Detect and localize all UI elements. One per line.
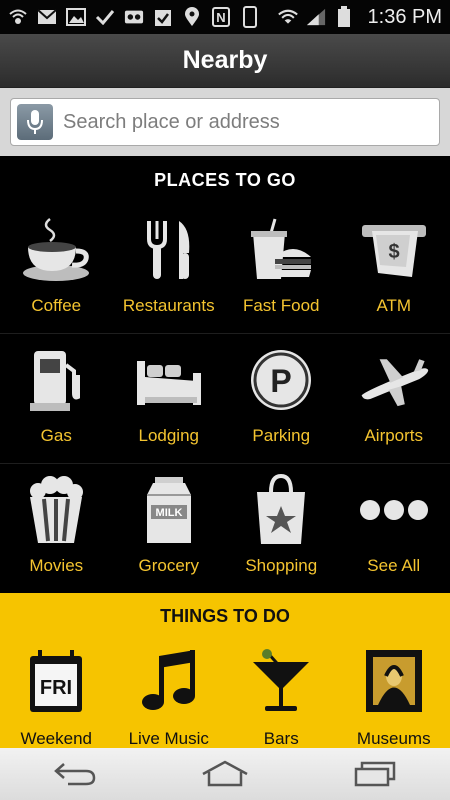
- places-row: Gas Lodging P Parking Airports: [0, 334, 450, 464]
- place-label: Lodging: [138, 426, 199, 445]
- title-bar: Nearby: [0, 34, 450, 88]
- recents-button[interactable]: [345, 754, 405, 794]
- wifi-icon: [277, 7, 298, 27]
- music-note-icon: [133, 645, 205, 717]
- coffee-cup-icon: [20, 214, 92, 286]
- search-box[interactable]: [10, 98, 440, 146]
- thing-label: Weekend: [20, 729, 92, 748]
- place-shopping[interactable]: Shopping: [225, 464, 338, 594]
- tasks-icon: [153, 7, 173, 27]
- place-label: See All: [367, 556, 421, 575]
- voicemail-icon: [124, 7, 144, 27]
- places-section-title: PLACES TO GO: [154, 169, 296, 190]
- svg-text:N: N: [216, 10, 225, 25]
- places-row: Coffee Restaurants Fast Food $ ATM: [0, 204, 450, 334]
- battery-icon: [334, 6, 354, 27]
- place-fast-food[interactable]: Fast Food: [225, 204, 338, 333]
- home-button[interactable]: [195, 754, 255, 794]
- things-to-do-section: THINGS TO DO FRI Weekend Live Music Bars…: [0, 593, 450, 748]
- parking-icon: P: [245, 344, 317, 416]
- places-to-go-section: PLACES TO GO Coffee Restaurants Fast Foo…: [0, 156, 450, 593]
- back-button[interactable]: [45, 754, 105, 794]
- things-section-title: THINGS TO DO: [160, 605, 290, 626]
- check-icon: [95, 7, 115, 27]
- cocktail-icon: [245, 645, 317, 717]
- place-label: Fast Food: [242, 296, 320, 315]
- airplane-icon: [358, 344, 430, 416]
- place-label: Shopping: [245, 556, 318, 575]
- things-row: FRI Weekend Live Music Bars Museums: [0, 639, 450, 748]
- fast-food-icon: [245, 214, 317, 286]
- gallery-icon: [66, 7, 86, 27]
- parking-letter-text: P: [271, 363, 292, 399]
- thing-bars[interactable]: Bars: [225, 639, 338, 748]
- gmail-icon: [37, 7, 57, 27]
- status-time: 1:36 PM: [367, 5, 442, 28]
- search-input[interactable]: [63, 110, 423, 134]
- place-airports[interactable]: Airports: [338, 334, 450, 463]
- place-label: Airports: [364, 426, 424, 445]
- location-icon: [182, 7, 202, 27]
- status-notification-icons: N: [8, 6, 278, 28]
- calendar-icon: FRI: [20, 645, 92, 717]
- status-bar: N 1:36 PM: [0, 0, 450, 34]
- place-label: Gas: [40, 426, 72, 445]
- painting-icon: [358, 645, 430, 717]
- shopping-bag-icon: [245, 474, 317, 546]
- home-icon: [202, 760, 248, 787]
- wifi-calling-icon: [8, 7, 28, 27]
- place-grocery[interactable]: MILK Grocery: [113, 464, 226, 594]
- thing-label: Museums: [356, 729, 431, 748]
- more-dots-icon: [358, 474, 430, 546]
- place-label: Restaurants: [122, 296, 215, 315]
- voice-search-button[interactable]: [17, 104, 53, 140]
- bed-icon: [133, 344, 205, 416]
- place-label: Grocery: [138, 556, 199, 575]
- atm-icon: $: [358, 214, 430, 286]
- fork-knife-icon: [133, 214, 205, 286]
- place-gas[interactable]: Gas: [0, 334, 113, 463]
- calendar-day-text: FRI: [40, 677, 72, 699]
- place-atm[interactable]: $ ATM: [338, 204, 450, 333]
- page-title: Nearby: [182, 46, 268, 74]
- place-label: Coffee: [31, 296, 82, 315]
- milk-text: MILK: [155, 507, 182, 519]
- place-label: Movies: [29, 556, 84, 575]
- search-bar: [0, 88, 450, 156]
- place-coffee[interactable]: Coffee: [0, 204, 113, 333]
- atm-dollar-text: $: [388, 241, 399, 263]
- nfc-icon: N: [211, 7, 231, 27]
- gas-pump-icon: [20, 344, 92, 416]
- thing-museums[interactable]: Museums: [338, 639, 450, 748]
- thing-live-music[interactable]: Live Music: [113, 639, 226, 748]
- place-label: ATM: [376, 296, 412, 315]
- place-label: Parking: [252, 426, 311, 445]
- status-system-icons: 1:36 PM: [277, 5, 442, 29]
- recents-icon: [354, 761, 396, 787]
- popcorn-icon: [20, 474, 92, 546]
- places-row: Movies MILK Grocery Shopping See All: [0, 464, 450, 594]
- back-icon: [54, 763, 96, 786]
- microphone-icon: [27, 110, 43, 134]
- signal-icon: [306, 7, 326, 27]
- thing-label: Bars: [263, 729, 299, 748]
- place-lodging[interactable]: Lodging: [113, 334, 226, 463]
- thing-weekend[interactable]: FRI Weekend: [0, 639, 113, 748]
- place-movies[interactable]: Movies: [0, 464, 113, 594]
- phone-icon: [240, 6, 260, 28]
- place-restaurants[interactable]: Restaurants: [113, 204, 226, 333]
- place-see-all[interactable]: See All: [338, 464, 450, 594]
- system-nav-bar: [0, 748, 450, 800]
- place-parking[interactable]: P Parking: [225, 334, 338, 463]
- thing-label: Live Music: [128, 729, 209, 748]
- milk-carton-icon: MILK: [133, 474, 205, 546]
